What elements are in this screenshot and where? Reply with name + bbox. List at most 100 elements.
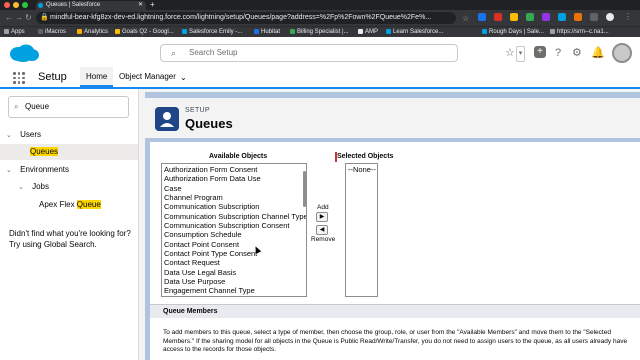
extensions-puzzle-icon[interactable] <box>590 13 598 21</box>
url-text: mindful-bear-kfg8zx-dev-ed.lightning.for… <box>50 14 432 21</box>
available-object-option[interactable]: Contact Point Consent <box>162 240 306 249</box>
bookmark-favicon-icon <box>290 29 295 34</box>
app-nav-bar: Setup Home Object Manager ⌄ <box>0 67 640 89</box>
queue-members-description: To add members to this queue, select a t… <box>163 329 628 353</box>
favorites-dropdown-icon[interactable]: ▾ <box>516 46 525 62</box>
add-button[interactable]: ▶ <box>316 212 328 222</box>
salesforce-favicon-icon <box>38 3 43 8</box>
bookmarks-bar: Apps iMacros Analytics Goals Q2 - Googl.… <box>0 26 640 37</box>
extension-icon[interactable] <box>558 13 566 21</box>
notifications-bell-icon[interactable]: 🔔 <box>591 46 605 60</box>
quick-find-input[interactable]: ⌕ Queue <box>8 96 129 118</box>
global-actions-plus-icon[interactable]: + <box>534 46 546 58</box>
not-found-help-text: Didn't find what you're looking for? Try… <box>9 229 131 249</box>
selected-option[interactable]: --None-- <box>346 164 377 174</box>
chevron-down-icon: ⌄ <box>18 184 24 191</box>
tree-item-environments[interactable]: ⌄ Environments <box>6 164 69 177</box>
queue-members-title: Queue Members <box>163 308 218 315</box>
browser-tab-bar: Queues | Salesforce ✕ + <box>0 0 640 10</box>
chevron-down-icon: ⌄ <box>6 167 12 174</box>
remove-label: Remove <box>311 236 336 243</box>
tab-object-manager[interactable]: Object Manager <box>113 67 182 87</box>
available-object-option[interactable]: Data Use Purpose <box>162 277 306 286</box>
tree-item-apex-flex-queue[interactable]: Apex Flex Queue <box>39 199 101 211</box>
chrome-menu-icon[interactable]: ⋮ <box>624 13 632 21</box>
salesforce-logo[interactable] <box>8 44 40 62</box>
available-object-option[interactable]: Contact Request <box>162 258 306 267</box>
close-window-icon[interactable] <box>4 2 10 8</box>
arrow-right-icon: ▶ <box>319 214 325 220</box>
bookmark-favicon-icon <box>115 29 120 34</box>
available-object-option[interactable]: Data Use Legal Basis <box>162 268 306 277</box>
extension-icon[interactable] <box>526 13 534 21</box>
bookmark-favicon-icon <box>77 29 82 34</box>
reload-icon[interactable]: ↻ <box>25 13 32 23</box>
tab-title: Queues | Salesforce <box>46 2 101 8</box>
bookmark-favicon-icon <box>550 29 555 34</box>
star-icon[interactable]: ☆ <box>462 14 470 23</box>
available-objects-items: Authorization Form Consent Authorization … <box>162 164 306 296</box>
address-bar[interactable]: 🔒 mindful-bear-kfg8zx-dev-ed.lightning.f… <box>36 12 456 24</box>
remove-button[interactable]: ◀ <box>316 225 328 235</box>
object-manager-chevron-down-icon[interactable]: ⌄ <box>180 73 187 82</box>
tree-item-users[interactable]: ⌄ Users <box>6 129 41 142</box>
bookmark-favicon-icon <box>182 29 187 34</box>
browser-tab[interactable]: Queues | Salesforce ✕ <box>36 1 146 10</box>
selected-objects-list[interactable]: --None-- <box>345 163 378 297</box>
available-objects-list[interactable]: Authorization Form Consent Authorization … <box>161 163 307 297</box>
setup-sidebar: ⌕ Queue ⌄ Users Queues ⌄ Environments ⌄ … <box>0 89 139 360</box>
minimize-window-icon[interactable] <box>13 2 19 8</box>
bookmark-favicon-icon <box>38 29 43 34</box>
quick-find-value: Queue <box>25 102 50 111</box>
app-launcher-icon[interactable] <box>13 72 25 84</box>
available-object-option[interactable]: Communication Subscription <box>162 202 306 211</box>
close-tab-icon[interactable]: ✕ <box>138 1 143 10</box>
forward-icon[interactable]: → <box>15 13 23 23</box>
selected-tree-row <box>0 144 138 160</box>
extension-icon[interactable] <box>478 13 486 21</box>
search-placeholder: Search Setup <box>189 48 238 57</box>
available-object-option[interactable]: Contact Point Type Consent <box>162 249 306 258</box>
setup-search-input[interactable]: ⌕ Search Setup <box>160 44 458 62</box>
available-object-option[interactable]: Authorization Form Data Use <box>162 174 306 183</box>
app-name: Setup <box>38 71 67 83</box>
bookmark-favicon-icon <box>254 29 259 34</box>
available-object-option[interactable]: Case <box>162 184 306 193</box>
available-object-option[interactable]: Communication Subscription Consent <box>162 221 306 230</box>
queue-members-section <box>150 304 640 318</box>
user-avatar[interactable] <box>612 43 632 63</box>
available-object-option[interactable]: Authorization Form Consent <box>162 165 306 174</box>
chevron-down-icon: ⌄ <box>6 132 12 139</box>
apps-grid-icon <box>4 29 9 34</box>
available-object-option[interactable]: Channel Program <box>162 193 306 202</box>
back-icon[interactable]: ← <box>5 13 13 23</box>
favorites-star-icon[interactable]: ☆ <box>505 46 515 60</box>
extension-icon[interactable] <box>494 13 502 21</box>
selected-objects-header: Selected Objects <box>337 153 394 160</box>
available-object-option[interactable]: Consumption Schedule <box>162 230 306 239</box>
scrollbar-thumb[interactable] <box>303 171 306 207</box>
extension-icon[interactable] <box>542 13 550 21</box>
maximize-window-icon[interactable] <box>22 2 28 8</box>
tab-home[interactable]: Home <box>80 67 114 87</box>
tree-item-queues[interactable]: Queues <box>30 146 59 158</box>
bookmark-favicon-icon <box>386 29 391 34</box>
extension-icon[interactable] <box>510 13 518 21</box>
setup-gear-icon[interactable]: ⚙ <box>572 46 582 60</box>
available-objects-header: Available Objects <box>209 153 268 160</box>
available-object-option[interactable]: Engagement Channel Type <box>162 286 306 295</box>
breadcrumb: SETUP <box>185 107 210 114</box>
page-title: Queues <box>185 116 233 131</box>
tree-item-jobs[interactable]: ⌄ Jobs <box>18 181 49 194</box>
available-object-option[interactable]: Communication Subscription Channel Type <box>162 212 306 221</box>
new-tab-icon[interactable]: + <box>150 0 155 10</box>
help-icon[interactable]: ? <box>555 46 561 60</box>
extension-icon[interactable] <box>574 13 582 21</box>
search-icon: ⌕ <box>171 48 177 58</box>
bookmark-favicon-icon <box>358 29 363 34</box>
queue-icon <box>155 107 179 131</box>
bookmark-favicon-icon <box>482 29 487 34</box>
add-label: Add <box>317 204 329 211</box>
search-icon: ⌕ <box>14 102 19 111</box>
profile-icon[interactable] <box>606 13 614 21</box>
